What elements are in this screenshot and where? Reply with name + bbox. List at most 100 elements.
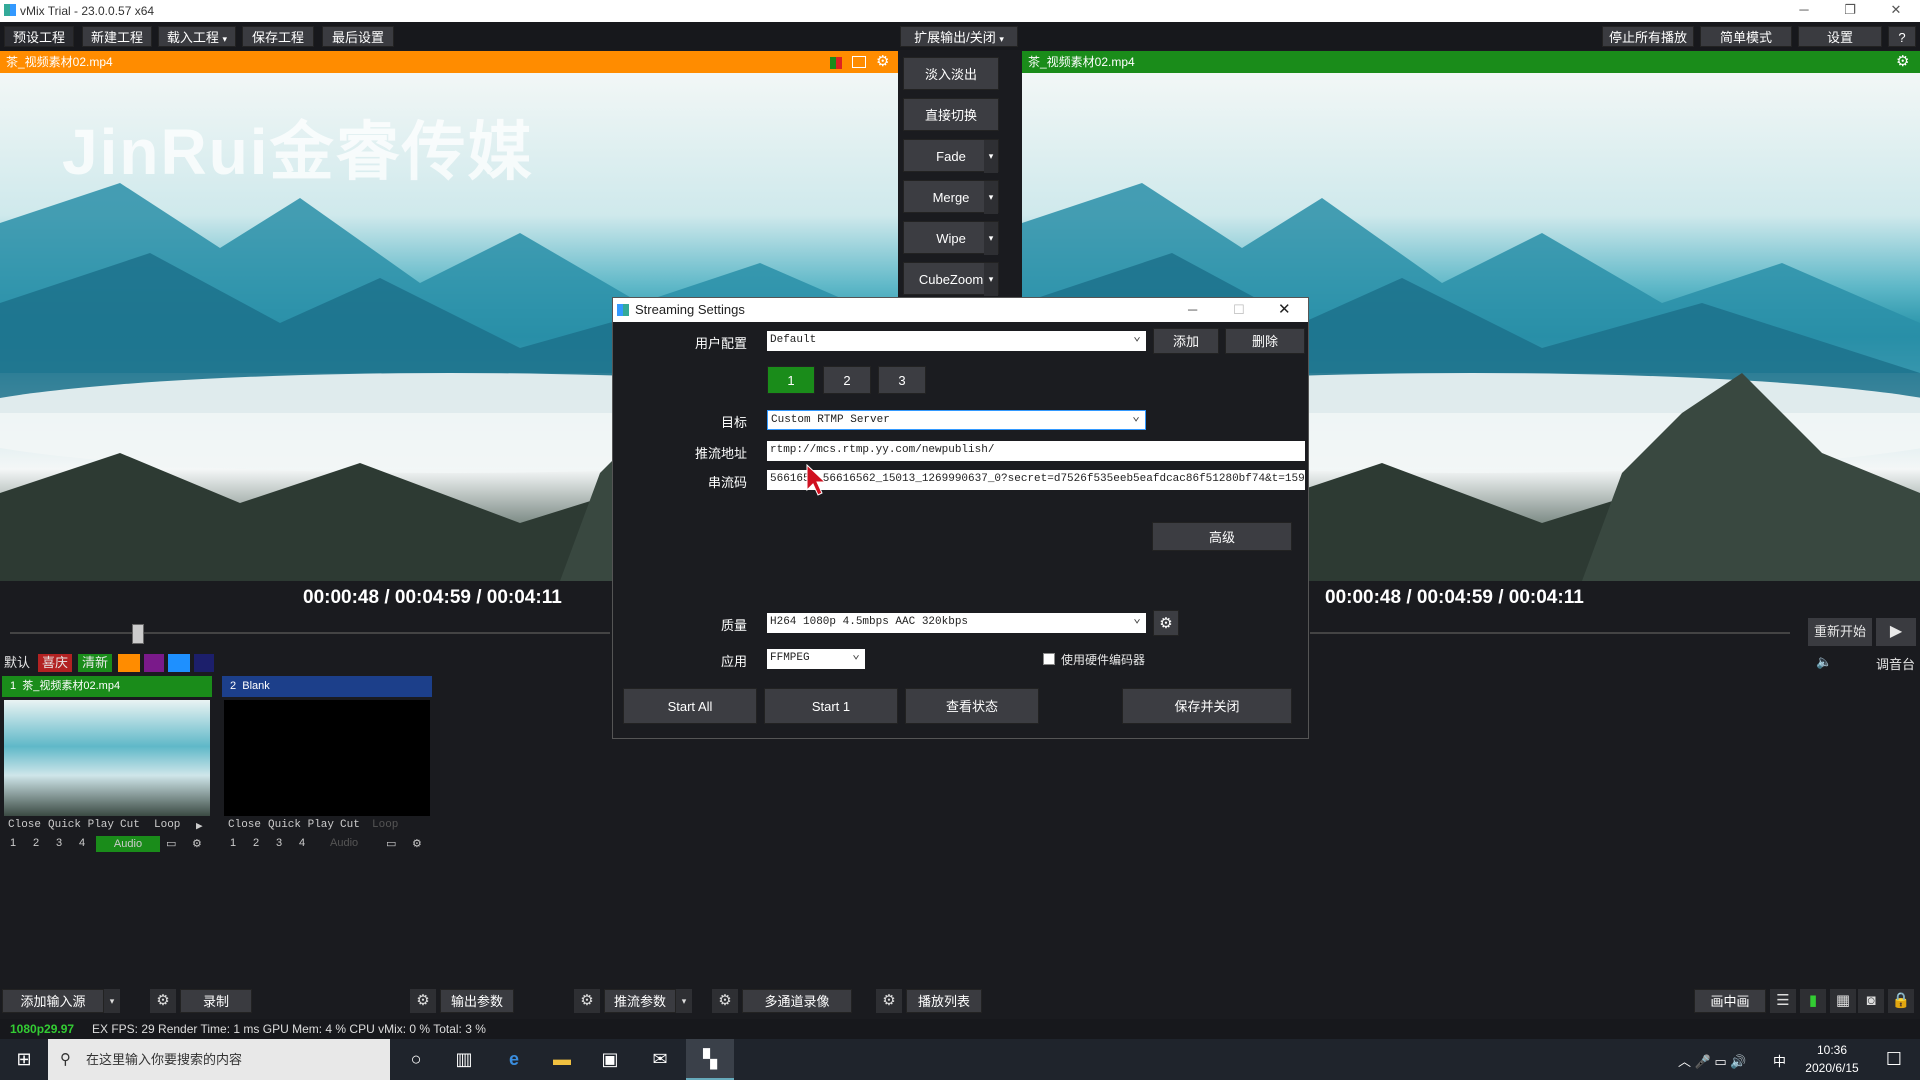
chevron-down-icon[interactable]: ▾ [984, 263, 998, 296]
gear-icon[interactable]: ⚙ [712, 989, 738, 1013]
gear-icon[interactable]: ⚙ [192, 837, 202, 850]
transition-wipe[interactable]: Wipe ▾ [903, 221, 999, 255]
color-tag-icon[interactable] [830, 57, 842, 69]
color-swatch-navy[interactable] [194, 654, 214, 672]
audio-button[interactable]: Audio [96, 836, 160, 852]
speaker-icon[interactable]: 🔈 [1816, 654, 1832, 670]
task-view-icon[interactable]: ▥ [440, 1039, 488, 1080]
color-swatch-purple[interactable] [144, 654, 164, 672]
gear-icon[interactable]: ⚙ [150, 989, 176, 1013]
gear-icon[interactable]: ⚙ [876, 989, 902, 1013]
application-select[interactable]: FFMPEG [767, 649, 865, 669]
gear-icon[interactable]: ⚙ [410, 989, 436, 1013]
view-status-button[interactable]: 查看状态 [905, 688, 1039, 724]
output-settings-button[interactable]: 输出参数 [440, 989, 514, 1013]
overlay-3[interactable]: 3 [56, 837, 62, 849]
start-all-button[interactable]: Start All [623, 688, 757, 724]
seek-handle[interactable] [132, 624, 144, 644]
chevron-down-icon[interactable]: ▾ [984, 140, 998, 173]
vmix-taskbar-icon[interactable]: ▚ [686, 1039, 734, 1080]
file-explorer-icon[interactable]: ▬ [538, 1039, 586, 1080]
color-swatch-orange[interactable] [118, 654, 140, 672]
monitor-icon[interactable]: ▭ [386, 837, 396, 850]
close-icon[interactable]: ✕ [1278, 298, 1291, 322]
help-button[interactable]: ? [1888, 26, 1916, 47]
target-select[interactable]: Custom RTMP Server [767, 410, 1146, 430]
edge-icon[interactable]: e [490, 1039, 538, 1080]
tray-icons[interactable]: ︿ 🎤 ▭ 🔊 [1678, 1051, 1747, 1070]
taskbar-search[interactable]: ⚲ 在这里输入你要搜索的内容 [48, 1039, 390, 1080]
notification-icon[interactable]: ☐ [1870, 1039, 1918, 1080]
stream-settings-button[interactable]: 推流参数 [604, 989, 676, 1013]
window-icon[interactable] [852, 56, 866, 68]
menu-new[interactable]: 新建工程 [82, 26, 152, 47]
close-control[interactable]: Close [228, 819, 261, 835]
maximize-icon[interactable]: ☐ [1233, 298, 1245, 322]
gear-icon[interactable]: ⚙ [876, 51, 889, 73]
transition-cut[interactable]: 直接切换 [903, 98, 999, 131]
quickplay-control[interactable]: Quick Play [268, 819, 334, 835]
input-thumbnail[interactable] [224, 700, 430, 816]
menu-last[interactable]: 最后设置 [322, 26, 394, 47]
gear-icon[interactable]: ⚙ [1153, 610, 1179, 636]
tab-3[interactable]: 3 [878, 366, 926, 394]
simple-mode-button[interactable]: 简单模式 [1700, 26, 1792, 47]
stop-all-button[interactable]: 停止所有播放 [1602, 26, 1694, 47]
overlay-1[interactable]: 1 [10, 837, 16, 849]
grid-view-icon[interactable]: ▦ [1830, 989, 1856, 1013]
audio-button[interactable]: Audio [330, 837, 358, 849]
quickplay-control[interactable]: Quick Play [48, 819, 114, 835]
clock-time[interactable]: 10:36 [1800, 1043, 1864, 1057]
close-icon[interactable]: ✕ [1876, 2, 1916, 18]
play-icon[interactable]: ▶ [1876, 618, 1916, 646]
overlay-4[interactable]: 4 [299, 837, 305, 849]
transition-merge[interactable]: Merge ▾ [903, 180, 999, 214]
play-icon[interactable]: ▶ [196, 819, 203, 835]
minimize-icon[interactable]: ─ [1188, 298, 1197, 322]
delete-profile-button[interactable]: 删除 [1225, 328, 1305, 354]
gear-icon[interactable]: ⚙ [574, 989, 600, 1013]
mail-icon[interactable]: ✉ [636, 1039, 684, 1080]
chevron-down-icon[interactable]: ▾ [984, 181, 998, 214]
ext-output-button[interactable]: 扩展输出/关闭 ▾ [900, 26, 1018, 47]
color-swatch-blue[interactable] [168, 654, 190, 672]
meter-icon[interactable]: ▮ [1800, 989, 1826, 1013]
save-close-button[interactable]: 保存并关闭 [1122, 688, 1292, 724]
menu-open[interactable]: 载入工程 ▾ [158, 26, 236, 47]
store-icon[interactable]: ▣ [586, 1039, 634, 1080]
transition-cubezoom[interactable]: CubeZoom ▾ [903, 262, 999, 296]
overlay-2[interactable]: 2 [253, 837, 259, 849]
input-tile-1[interactable]: 1 茶_视频素材02.mp4 Close Quick Play Cut Loop… [2, 676, 212, 859]
minimize-icon[interactable]: ─ [1784, 2, 1824, 17]
list-view-icon[interactable]: ☰ [1770, 989, 1796, 1013]
tag-fresh[interactable]: 清新 [78, 654, 112, 672]
tab-1[interactable]: 1 [767, 366, 815, 394]
tag-default[interactable]: 默认 [4, 654, 30, 672]
camera-icon[interactable]: ◙ [1858, 989, 1884, 1013]
clock-date[interactable]: 2020/6/15 [1796, 1061, 1868, 1075]
overlay-4[interactable]: 4 [79, 837, 85, 849]
multicorder-button[interactable]: 多通道录像 [742, 989, 852, 1013]
tab-2[interactable]: 2 [823, 366, 871, 394]
mixer-button[interactable]: 调音台 [1876, 654, 1915, 673]
seek-track[interactable] [10, 632, 610, 634]
overlay-1[interactable]: 1 [230, 837, 236, 849]
tag-festive[interactable]: 喜庆 [38, 654, 72, 672]
loop-control[interactable]: Loop [372, 819, 398, 835]
add-profile-button[interactable]: 添加 [1153, 328, 1219, 354]
pip-button[interactable]: 画中画 [1694, 989, 1766, 1013]
start-1-button[interactable]: Start 1 [764, 688, 898, 724]
cut-control[interactable]: Cut [120, 819, 140, 835]
output-seek-track[interactable] [1310, 632, 1790, 634]
close-control[interactable]: Close [8, 819, 41, 835]
chevron-down-icon[interactable]: ▾ [676, 989, 692, 1013]
profile-select[interactable]: Default [767, 331, 1146, 351]
url-input[interactable]: rtmp://mcs.rtmp.yy.com/newpublish/ [767, 441, 1305, 461]
cut-control[interactable]: Cut [340, 819, 360, 835]
loop-control[interactable]: Loop [154, 819, 180, 835]
record-button[interactable]: 录制 [180, 989, 252, 1013]
playlist-button[interactable]: 播放列表 [906, 989, 982, 1013]
restore-icon[interactable]: ❐ [1830, 2, 1870, 18]
gear-icon[interactable]: ⚙ [1896, 51, 1909, 73]
overlay-3[interactable]: 3 [276, 837, 282, 849]
